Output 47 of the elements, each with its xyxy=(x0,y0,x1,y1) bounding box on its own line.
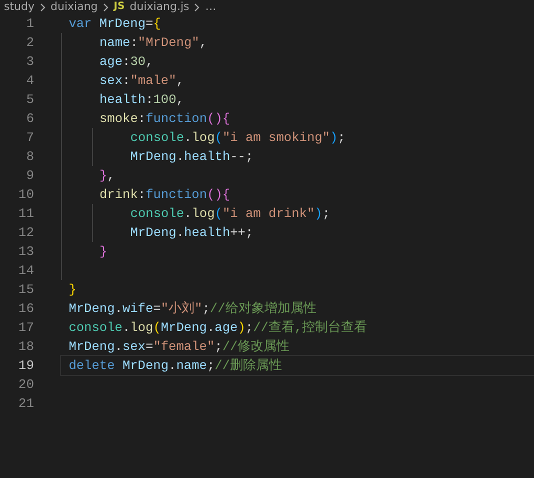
line-number: 19 xyxy=(17,357,34,375)
chevron-icon xyxy=(194,2,200,12)
line-number: 18 xyxy=(17,338,34,356)
js-file-label: JS xyxy=(114,0,125,14)
breadcrumb-item[interactable]: duixiang xyxy=(50,0,98,14)
line-number: 7 xyxy=(25,129,34,147)
code-line: age:30, xyxy=(99,53,154,71)
line-number: 4 xyxy=(25,72,34,90)
line-number: 2 xyxy=(25,34,34,52)
chevron-icon xyxy=(102,2,109,12)
line-number: 14 xyxy=(17,262,34,280)
line-number: 20 xyxy=(17,376,34,394)
line-number: 5 xyxy=(25,91,34,109)
code-line: console.log("i am drink"); xyxy=(130,205,330,223)
line-number: 11 xyxy=(17,205,34,223)
code-line: drink:function(){ xyxy=(99,186,230,204)
code-line: MrDeng.wife="小刘";//给对象增加属性 xyxy=(68,300,316,318)
line-number: 9 xyxy=(25,167,34,185)
code-line: var MrDeng={ xyxy=(68,15,161,33)
line-number: 1 xyxy=(25,15,34,33)
code-line: MrDeng.health--; xyxy=(130,148,254,166)
code-line: sex:"male", xyxy=(99,72,184,90)
line-number: 10 xyxy=(17,186,34,204)
line-number: 3 xyxy=(25,53,34,71)
more-crumb[interactable]: … xyxy=(205,0,216,14)
line-number: 12 xyxy=(17,224,34,242)
line-number: 13 xyxy=(17,243,34,261)
code-line: console.log("i am smoking"); xyxy=(130,129,346,147)
code-line: delete MrDeng.name;//删除属性 xyxy=(68,357,282,375)
breadcrumb-item[interactable]: study xyxy=(4,0,35,14)
code-line: } xyxy=(68,281,76,299)
line-number: 6 xyxy=(25,110,34,128)
code-line: smoke:function(){ xyxy=(99,110,230,128)
code-line: console.log(MrDeng.age);//查看,控制台查看 xyxy=(68,319,368,337)
line-number: 8 xyxy=(25,148,34,166)
code-line: MrDeng.sex="female";//修改属性 xyxy=(68,338,290,356)
line-number: 21 xyxy=(17,395,34,413)
line-number: 17 xyxy=(17,319,34,337)
breadcrumb-item[interactable]: duixiang.js xyxy=(130,0,190,14)
code-line: }, xyxy=(99,167,115,185)
code-line: MrDeng.health++; xyxy=(130,224,254,242)
code-line: } xyxy=(99,243,108,261)
code-line: name:"MrDeng", xyxy=(99,34,208,52)
code-line: health:100, xyxy=(99,91,184,109)
line-number: 15 xyxy=(17,281,34,299)
line-number: 16 xyxy=(17,300,34,318)
chevron-icon xyxy=(40,2,46,12)
